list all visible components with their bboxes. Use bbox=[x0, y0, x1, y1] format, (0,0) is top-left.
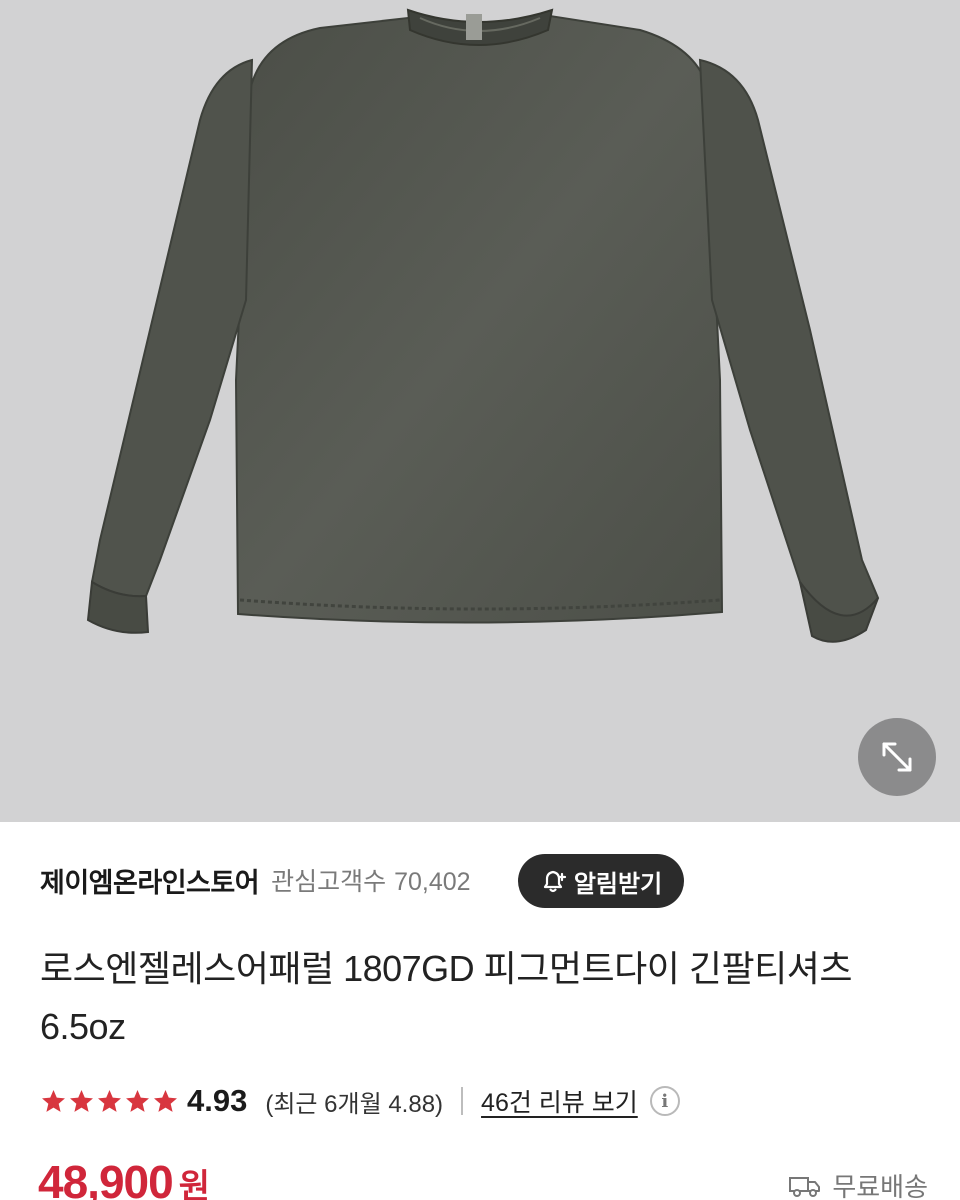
alert-button-label: 알림받기 bbox=[573, 870, 663, 898]
recent-rating: (최근 6개월 4.88) bbox=[265, 1090, 444, 1118]
product-title: 로스엔젤레스어패럴 1807GD 피그먼트다이 긴팔티셔츠 6.5oz bbox=[40, 948, 853, 1047]
expand-image-button[interactable] bbox=[858, 718, 936, 796]
star-icon bbox=[126, 1089, 149, 1112]
star-icon bbox=[70, 1089, 93, 1112]
expand-arrows-icon bbox=[882, 742, 912, 772]
star-icon bbox=[42, 1089, 65, 1112]
alert-subscribe-button[interactable]: 알림받기 bbox=[518, 854, 684, 908]
rating-stars bbox=[40, 1088, 179, 1115]
followers-number: 70,402 bbox=[394, 868, 471, 896]
price-value: 48,900 bbox=[38, 1156, 174, 1200]
delivery-truck-icon bbox=[789, 1176, 821, 1197]
product-image[interactable] bbox=[0, 0, 960, 822]
price-row: 48,900 원 무료배송 bbox=[38, 1155, 928, 1200]
divider bbox=[461, 1087, 464, 1115]
followers-label: 관심고객수 bbox=[271, 868, 387, 896]
product-photo-shirt bbox=[86, 8, 880, 643]
store-info-row: 제이엠온라인스토어 관심고객수 70,402 알림받기 bbox=[40, 850, 920, 910]
price-currency: 원 bbox=[178, 1168, 210, 1200]
info-icon[interactable]: i bbox=[649, 1086, 680, 1116]
rating-row: 4.93 (최근 6개월 4.88) 46건 리뷰 보기 i bbox=[40, 1078, 680, 1124]
star-icon bbox=[98, 1089, 121, 1112]
shipping-info: 무료배송 bbox=[788, 1167, 928, 1200]
shipping-label: 무료배송 bbox=[832, 1172, 928, 1200]
followers-count: 관심고객수 70,402 bbox=[271, 862, 470, 898]
star-icon bbox=[154, 1089, 177, 1112]
reviews-link[interactable]: 46건 리뷰 보기 bbox=[481, 1083, 638, 1119]
rating-score: 4.93 bbox=[187, 1083, 248, 1118]
bell-plus-icon bbox=[543, 870, 566, 893]
product-price: 48,900 원 bbox=[38, 1155, 210, 1200]
store-name-link[interactable]: 제이엠온라인스토어 bbox=[40, 861, 260, 900]
